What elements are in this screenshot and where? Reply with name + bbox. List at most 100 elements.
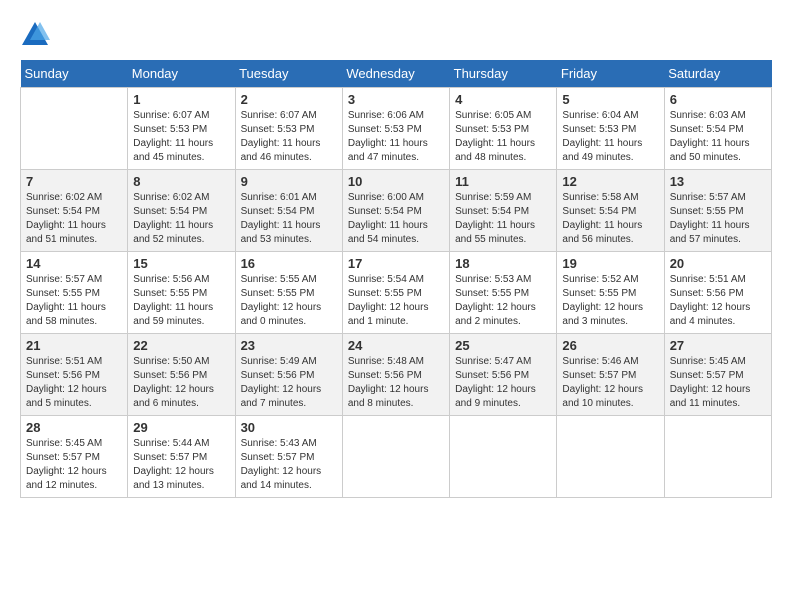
day-number: 21 bbox=[26, 338, 122, 353]
calendar-cell: 19 Sunrise: 5:52 AMSunset: 5:55 PMDayligh… bbox=[557, 252, 664, 334]
day-info: Sunrise: 5:52 AMSunset: 5:55 PMDaylight:… bbox=[562, 273, 658, 329]
calendar-cell: 17Sunrise: 5:54 AMSunset: 5:55 PMDayligh… bbox=[342, 252, 449, 334]
day-number: 16 bbox=[241, 256, 337, 271]
day-number: 11 bbox=[455, 174, 551, 189]
day-number: 13 bbox=[670, 174, 766, 189]
day-number: 23 bbox=[241, 338, 337, 353]
day-info: Sunrise: 6:02 AMSunset: 5:54 PMDaylight:… bbox=[26, 191, 122, 247]
calendar-cell: 3 Sunrise: 6:06 AMSunset: 5:53 PMDaylight… bbox=[342, 88, 449, 170]
col-tuesday: Tuesday bbox=[235, 60, 342, 88]
calendar-cell bbox=[342, 416, 449, 498]
calendar-cell: 16Sunrise: 5:55 AMSunset: 5:55 PMDayligh… bbox=[235, 252, 342, 334]
day-number: 3 bbox=[348, 92, 444, 107]
day-number: 24 bbox=[348, 338, 444, 353]
col-thursday: Thursday bbox=[450, 60, 557, 88]
calendar-week-row: 28Sunrise: 5:45 AMSunset: 5:57 PMDayligh… bbox=[21, 416, 772, 498]
day-info: Sunrise: 6:07 AMSunset: 5:53 PMDaylight:… bbox=[241, 109, 337, 165]
calendar-body: 1 Sunrise: 6:07 AMSunset: 5:53 PMDaylight… bbox=[21, 88, 772, 498]
day-number: 10 bbox=[348, 174, 444, 189]
day-info: Sunrise: 5:47 AMSunset: 5:56 PMDaylight:… bbox=[455, 355, 551, 411]
calendar-week-row: 14 Sunrise: 5:57 AMSunset: 5:55 PMDayligh… bbox=[21, 252, 772, 334]
calendar-header-row: Sunday Monday Tuesday Wednesday Thursday… bbox=[21, 60, 772, 88]
col-wednesday: Wednesday bbox=[342, 60, 449, 88]
calendar-week-row: 21 Sunrise: 5:51 AMSunset: 5:56 PMDayligh… bbox=[21, 334, 772, 416]
day-info: Sunrise: 6:04 AMSunset: 5:53 PMDaylight:… bbox=[562, 109, 658, 165]
day-number: 12 bbox=[562, 174, 658, 189]
calendar-cell: 9 Sunrise: 6:01 AMSunset: 5:54 PMDaylight… bbox=[235, 170, 342, 252]
day-info: Sunrise: 6:02 AMSunset: 5:54 PMDaylight:… bbox=[133, 191, 229, 247]
day-info: Sunrise: 5:50 AMSunset: 5:56 PMDaylight:… bbox=[133, 355, 229, 411]
day-number: 18 bbox=[455, 256, 551, 271]
day-number: 22 bbox=[133, 338, 229, 353]
calendar-cell: 8 Sunrise: 6:02 AMSunset: 5:54 PMDaylight… bbox=[128, 170, 235, 252]
day-number: 25 bbox=[455, 338, 551, 353]
day-info: Sunrise: 5:54 AMSunset: 5:55 PMDaylight:… bbox=[348, 273, 444, 329]
col-saturday: Saturday bbox=[664, 60, 771, 88]
day-number: 27 bbox=[670, 338, 766, 353]
day-number: 14 bbox=[26, 256, 122, 271]
calendar-cell: 15 Sunrise: 5:56 AMSunset: 5:55 PMDayligh… bbox=[128, 252, 235, 334]
col-sunday: Sunday bbox=[21, 60, 128, 88]
day-info: Sunrise: 5:48 AMSunset: 5:56 PMDaylight:… bbox=[348, 355, 444, 411]
page-header bbox=[20, 20, 772, 50]
calendar-cell: 11 Sunrise: 5:59 AMSunset: 5:54 PMDayligh… bbox=[450, 170, 557, 252]
calendar-cell: 4 Sunrise: 6:05 AMSunset: 5:53 PMDaylight… bbox=[450, 88, 557, 170]
day-info: Sunrise: 5:44 AMSunset: 5:57 PMDaylight:… bbox=[133, 437, 229, 493]
day-info: Sunrise: 6:05 AMSunset: 5:53 PMDaylight:… bbox=[455, 109, 551, 165]
day-number: 28 bbox=[26, 420, 122, 435]
col-monday: Monday bbox=[128, 60, 235, 88]
day-info: Sunrise: 6:03 AMSunset: 5:54 PMDaylight:… bbox=[670, 109, 766, 165]
day-number: 19 bbox=[562, 256, 658, 271]
calendar-cell: 21 Sunrise: 5:51 AMSunset: 5:56 PMDayligh… bbox=[21, 334, 128, 416]
calendar-cell bbox=[664, 416, 771, 498]
day-number: 7 bbox=[26, 174, 122, 189]
calendar-cell bbox=[21, 88, 128, 170]
calendar-cell: 29Sunrise: 5:44 AMSunset: 5:57 PMDayligh… bbox=[128, 416, 235, 498]
col-friday: Friday bbox=[557, 60, 664, 88]
calendar-cell: 30 Sunrise: 5:43 AMSunset: 5:57 PMDayligh… bbox=[235, 416, 342, 498]
calendar-cell: 6 Sunrise: 6:03 AMSunset: 5:54 PMDaylight… bbox=[664, 88, 771, 170]
calendar-cell: 28Sunrise: 5:45 AMSunset: 5:57 PMDayligh… bbox=[21, 416, 128, 498]
calendar-cell: 22 Sunrise: 5:50 AMSunset: 5:56 PMDayligh… bbox=[128, 334, 235, 416]
day-number: 1 bbox=[133, 92, 229, 107]
day-info: Sunrise: 5:53 AMSunset: 5:55 PMDaylight:… bbox=[455, 273, 551, 329]
calendar-cell: 5Sunrise: 6:04 AMSunset: 5:53 PMDaylight… bbox=[557, 88, 664, 170]
day-info: Sunrise: 6:01 AMSunset: 5:54 PMDaylight:… bbox=[241, 191, 337, 247]
day-number: 9 bbox=[241, 174, 337, 189]
day-number: 8 bbox=[133, 174, 229, 189]
calendar-cell: 23 Sunrise: 5:49 AMSunset: 5:56 PMDayligh… bbox=[235, 334, 342, 416]
calendar-cell: 1 Sunrise: 6:07 AMSunset: 5:53 PMDaylight… bbox=[128, 88, 235, 170]
calendar-week-row: 7 Sunrise: 6:02 AMSunset: 5:54 PMDaylight… bbox=[21, 170, 772, 252]
calendar-cell: 2 Sunrise: 6:07 AMSunset: 5:53 PMDaylight… bbox=[235, 88, 342, 170]
day-info: Sunrise: 5:51 AMSunset: 5:56 PMDaylight:… bbox=[670, 273, 766, 329]
day-info: Sunrise: 6:07 AMSunset: 5:53 PMDaylight:… bbox=[133, 109, 229, 165]
day-number: 4 bbox=[455, 92, 551, 107]
day-info: Sunrise: 5:56 AMSunset: 5:55 PMDaylight:… bbox=[133, 273, 229, 329]
day-info: Sunrise: 6:00 AMSunset: 5:54 PMDaylight:… bbox=[348, 191, 444, 247]
day-info: Sunrise: 5:57 AMSunset: 5:55 PMDaylight:… bbox=[670, 191, 766, 247]
day-number: 15 bbox=[133, 256, 229, 271]
calendar-cell: 25 Sunrise: 5:47 AMSunset: 5:56 PMDayligh… bbox=[450, 334, 557, 416]
calendar-cell: 20 Sunrise: 5:51 AMSunset: 5:56 PMDayligh… bbox=[664, 252, 771, 334]
calendar-cell: 13 Sunrise: 5:57 AMSunset: 5:55 PMDayligh… bbox=[664, 170, 771, 252]
day-info: Sunrise: 5:57 AMSunset: 5:55 PMDaylight:… bbox=[26, 273, 122, 329]
calendar-cell: 18 Sunrise: 5:53 AMSunset: 5:55 PMDayligh… bbox=[450, 252, 557, 334]
calendar-table: Sunday Monday Tuesday Wednesday Thursday… bbox=[20, 60, 772, 498]
day-number: 6 bbox=[670, 92, 766, 107]
calendar-cell: 27 Sunrise: 5:45 AMSunset: 5:57 PMDayligh… bbox=[664, 334, 771, 416]
day-info: Sunrise: 5:59 AMSunset: 5:54 PMDaylight:… bbox=[455, 191, 551, 247]
day-number: 2 bbox=[241, 92, 337, 107]
calendar-cell: 7 Sunrise: 6:02 AMSunset: 5:54 PMDaylight… bbox=[21, 170, 128, 252]
day-info: Sunrise: 5:49 AMSunset: 5:56 PMDaylight:… bbox=[241, 355, 337, 411]
logo bbox=[20, 20, 54, 50]
day-info: Sunrise: 5:51 AMSunset: 5:56 PMDaylight:… bbox=[26, 355, 122, 411]
day-info: Sunrise: 5:46 AMSunset: 5:57 PMDaylight:… bbox=[562, 355, 658, 411]
day-number: 30 bbox=[241, 420, 337, 435]
day-number: 20 bbox=[670, 256, 766, 271]
day-info: Sunrise: 5:45 AMSunset: 5:57 PMDaylight:… bbox=[670, 355, 766, 411]
calendar-cell: 14 Sunrise: 5:57 AMSunset: 5:55 PMDayligh… bbox=[21, 252, 128, 334]
day-info: Sunrise: 5:43 AMSunset: 5:57 PMDaylight:… bbox=[241, 437, 337, 493]
day-info: Sunrise: 6:06 AMSunset: 5:53 PMDaylight:… bbox=[348, 109, 444, 165]
calendar-cell bbox=[557, 416, 664, 498]
calendar-week-row: 1 Sunrise: 6:07 AMSunset: 5:53 PMDaylight… bbox=[21, 88, 772, 170]
